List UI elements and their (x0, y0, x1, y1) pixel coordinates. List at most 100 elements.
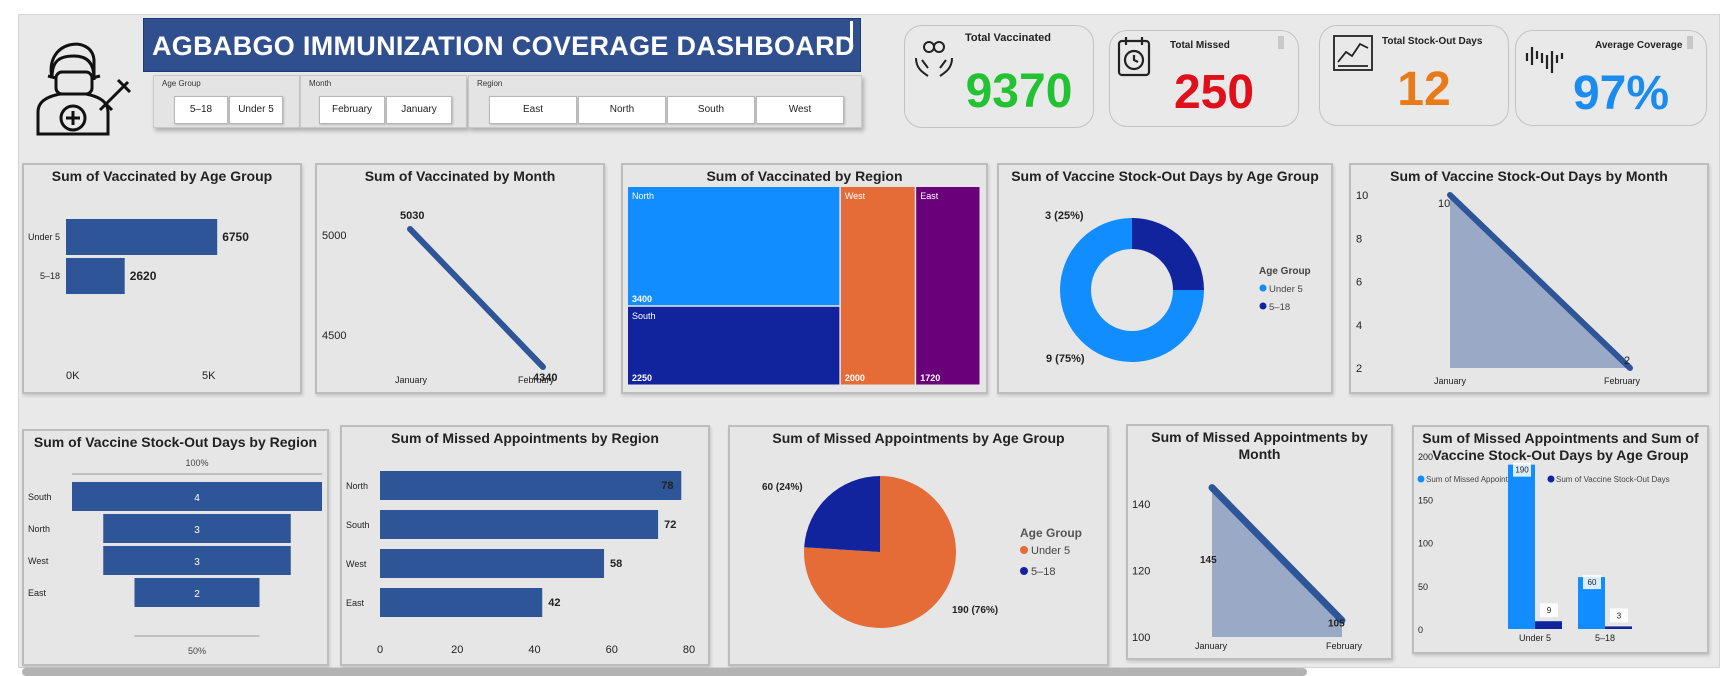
data-label: 3400 (632, 294, 652, 304)
slicer-option-february[interactable]: February (319, 96, 385, 124)
treemap-tile (840, 187, 915, 385)
data-label: 60 (24%) (762, 482, 803, 493)
category-label: East (346, 598, 365, 608)
month-slicer-label: Month (309, 79, 332, 88)
legend-label: 5–18 (1269, 302, 1290, 313)
treemap-tile (916, 187, 980, 385)
tick-label: January (1195, 641, 1228, 651)
category-label: West (845, 191, 866, 201)
tick-label: 4 (1356, 320, 1362, 332)
donut-slice (1132, 218, 1204, 290)
slicer-option-under-5[interactable]: Under 5 (229, 96, 283, 124)
panel-stockout-by-age: Sum of Vaccine Stock-Out Days by Age Gro… (997, 163, 1333, 394)
tick-label: 140 (1132, 499, 1150, 511)
tick-label: 100 (1132, 632, 1150, 644)
category-label: North (346, 481, 368, 491)
region-slicer-label: Region (477, 79, 503, 88)
legend-marker (1417, 475, 1425, 483)
region-slicer: Region East North South West (468, 75, 862, 128)
category-label: West (28, 556, 49, 566)
chart-vaccinated-by-region: North 3400 South 2250 West 2000 East 1720 (628, 187, 980, 385)
tick-label: 200 (1418, 452, 1433, 462)
data-label: 145 (1200, 555, 1217, 566)
category-label: South (28, 492, 52, 502)
legend-marker (1547, 475, 1555, 483)
data-label: 42 (548, 597, 560, 609)
tick-label: 100 (1418, 539, 1433, 549)
category-label: 5–18 (40, 271, 60, 281)
category-label: South (632, 311, 656, 321)
tick-label: 10 (1356, 190, 1368, 202)
legend-title: Age Group (1020, 526, 1082, 540)
legend-title: Age Group (1259, 266, 1311, 277)
horizontal-scrollbar[interactable] (22, 668, 1307, 676)
legend-label: Sum of Vaccine Stock-Out Days (1556, 475, 1670, 484)
legend-marker (1259, 302, 1267, 310)
slicer-option-january[interactable]: January (386, 96, 452, 124)
data-label: 3 (25%) (1045, 210, 1084, 222)
bar (66, 219, 218, 255)
category-label: West (346, 559, 367, 569)
data-label: 3 (194, 525, 200, 536)
bar (380, 471, 682, 500)
data-label: 5030 (400, 210, 424, 222)
kpi-card-total-missed: Total Missed 250 (1109, 30, 1299, 127)
tick-label: February (518, 375, 555, 385)
panel-stockout-by-month: Sum of Vaccine Stock-Out Days by Month 1… (1349, 163, 1709, 394)
data-label: 10 (1438, 198, 1450, 210)
data-label: 78 (661, 480, 673, 492)
series-line (407, 226, 546, 370)
age-group-slicer: Age Group 5–18 Under 5 (153, 75, 300, 128)
slicer-option-east[interactable]: East (489, 96, 577, 124)
column-bar (1508, 464, 1535, 629)
category-label: 5–18 (1595, 633, 1615, 643)
funnel-top-label: 100% (185, 458, 208, 468)
data-label: 9 (75%) (1046, 353, 1085, 365)
tick-label: 40 (528, 644, 540, 656)
panel-vaccinated-by-region: Sum of Vaccinated by Region North 3400 Sou… (621, 163, 988, 394)
tick-label: February (1326, 641, 1363, 651)
tick-label: 5000 (322, 230, 346, 242)
category-label: East (920, 191, 939, 201)
chart-vaccinated-by-age: Under 5 6750 5–18 2620 0K 5K (28, 219, 249, 382)
chart-missed-by-month: 145 105 140 120 100 January February (1132, 484, 1363, 651)
slicer-option-5-18[interactable]: 5–18 (174, 96, 228, 124)
bar (380, 549, 605, 578)
chart-missed-by-region: North 78 South 72 West 58 East 42 0 20 40 60 80 (346, 471, 695, 656)
chart-missed-by-age: 190 (76%) 60 (24%) Age Group Under 5 5–18 (762, 476, 1082, 628)
data-label: 9 (1547, 606, 1552, 615)
chart-stockout-by-month: 10 2 10 8 6 4 2 January February (1356, 190, 1641, 386)
dashboard-title: AGBABGO IMMUNIZATION COVERAGE DASHBOARD (152, 31, 855, 61)
tick-label: 0 (1418, 625, 1423, 635)
tick-label: 5K (202, 370, 216, 382)
data-label: 60 (1588, 578, 1597, 587)
tick-label: 60 (606, 644, 618, 656)
chart-vaccinated-by-month: 5030434050004500January February (322, 210, 557, 385)
health-worker-logo (36, 42, 132, 136)
panel-missed-and-stockout-by-age: Sum of Missed Appointments and Sum of Va… (1412, 425, 1709, 654)
slicer-option-north[interactable]: North (578, 96, 666, 124)
tick-label: 0 (377, 644, 383, 656)
legend-label: 5–18 (1031, 566, 1055, 578)
kpi-value-average-coverage: 97% (1572, 67, 1670, 120)
bar (380, 510, 659, 539)
slicer-option-west[interactable]: West (756, 96, 844, 124)
tick-label: 50 (1418, 582, 1428, 592)
tick-label: 150 (1418, 495, 1433, 505)
kpi-card-total-vaccinated: Total Vaccinated 9370 (904, 25, 1094, 128)
data-label: 3 (1617, 611, 1622, 620)
tick-label: 120 (1132, 566, 1150, 578)
chart-missed-and-stockout-by-age: Sum of Missed Appointments Sum of Vaccine… (1417, 452, 1670, 643)
tick-label: 2 (1356, 363, 1362, 375)
kpi-label-total-missed: Total Missed (1170, 40, 1230, 51)
treemap-tile (628, 306, 840, 385)
column-bar (1535, 621, 1562, 629)
tick-label: 4500 (322, 330, 346, 342)
data-label: 4 (194, 493, 200, 504)
kpi-label-stock-out-days: Total Stock-Out Days (1382, 36, 1483, 47)
age-group-slicer-label: Age Group (162, 79, 201, 88)
tick-label: 6 (1356, 277, 1362, 289)
dashboard-title-box: AGBABGO IMMUNIZATION COVERAGE DASHBOARD (143, 18, 861, 72)
slicer-option-south[interactable]: South (667, 96, 755, 124)
tick-label: January (1434, 376, 1467, 386)
